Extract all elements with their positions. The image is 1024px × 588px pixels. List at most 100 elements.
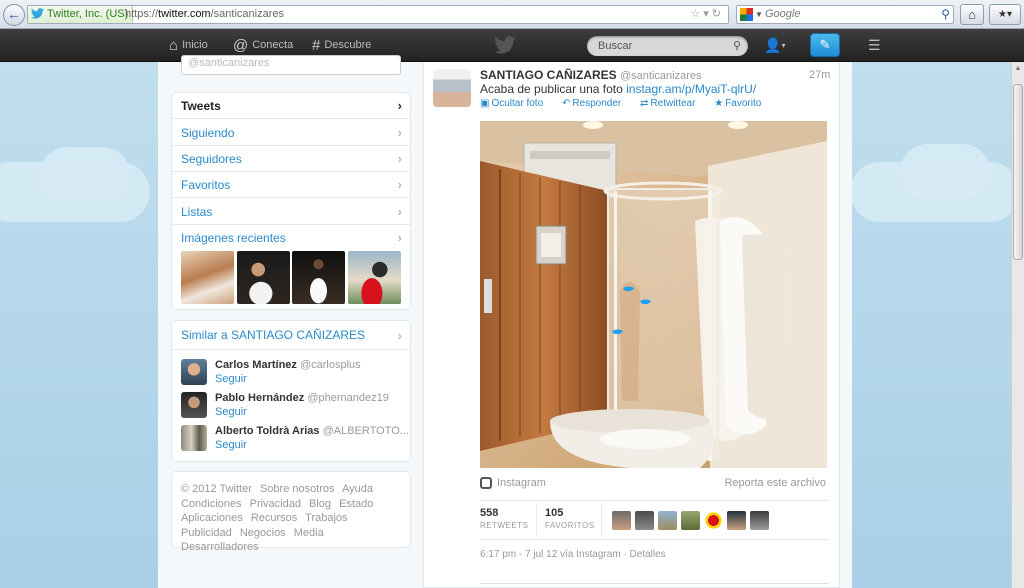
footer-link[interactable]: Aplicaciones bbox=[181, 512, 243, 524]
chevron-right-icon: › bbox=[397, 328, 402, 343]
report-media-link[interactable]: Reporta este archivo bbox=[725, 477, 827, 489]
footer-link[interactable]: Publicidad bbox=[181, 527, 232, 539]
bookmark-star-icon[interactable]: ☆ bbox=[690, 8, 703, 20]
home-icon[interactable]: ⌂ bbox=[960, 4, 984, 25]
footer-link[interactable]: Trabajos bbox=[305, 512, 347, 524]
follow-link[interactable]: Seguir bbox=[215, 373, 247, 385]
favorite-count-value: 105 bbox=[545, 507, 564, 519]
recent-image-thumbnail[interactable] bbox=[348, 251, 401, 304]
profile-nav-label: Listas bbox=[181, 205, 213, 219]
photo-source-name[interactable]: Instagram bbox=[497, 477, 546, 489]
user-menu-icon[interactable]: 👤▾ bbox=[764, 29, 785, 62]
avatar[interactable] bbox=[181, 392, 207, 418]
avatar[interactable] bbox=[704, 511, 723, 530]
hide-photo-action[interactable]: ▣ Ocultar foto bbox=[480, 98, 551, 109]
avatar[interactable] bbox=[681, 511, 700, 530]
recent-image-thumbnail[interactable] bbox=[237, 251, 290, 304]
avatar[interactable] bbox=[181, 359, 207, 385]
suggested-user-name[interactable]: Alberto Toldrà Arias bbox=[215, 425, 320, 437]
retweet-icon: ⇄ bbox=[640, 98, 649, 109]
recent-image-thumbnail[interactable] bbox=[292, 251, 345, 304]
footer-link[interactable]: Privacidad bbox=[250, 498, 301, 510]
reply-arrow-icon: ↶ bbox=[561, 98, 571, 109]
avatar[interactable] bbox=[433, 69, 471, 107]
follow-link[interactable]: Seguir bbox=[215, 439, 247, 451]
back-arrow-icon[interactable]: ← bbox=[3, 4, 25, 26]
footer-link[interactable]: Sobre nosotros bbox=[260, 483, 335, 495]
scroll-up-icon[interactable]: ▲ bbox=[1012, 62, 1024, 76]
google-logo-icon[interactable] bbox=[740, 8, 753, 21]
at-icon: @ bbox=[233, 37, 249, 54]
url-path: /santicanizares bbox=[210, 8, 284, 20]
retweet-action[interactable]: ⇄ Retwittear bbox=[640, 98, 703, 109]
site-identity-label: Twitter, Inc. (US) bbox=[47, 8, 129, 20]
site-identity-badge[interactable]: Twitter, Inc. (US) bbox=[28, 6, 134, 23]
reload-icon[interactable]: ↻ bbox=[712, 8, 724, 20]
twitter-logo-icon[interactable] bbox=[494, 36, 516, 54]
profile-nav-lists[interactable]: Listas › bbox=[172, 199, 410, 225]
tweet-timestamp[interactable]: 27m bbox=[809, 69, 830, 81]
divider bbox=[601, 503, 602, 537]
retweet-count[interactable]: 558 RETWEETS bbox=[480, 507, 528, 530]
url-text[interactable]: https://twitter.com/santicanizares bbox=[125, 6, 284, 23]
avatar[interactable] bbox=[750, 511, 769, 530]
twitter-search-input[interactable]: Buscar ⚲ bbox=[587, 36, 748, 56]
address-bar[interactable]: Twitter, Inc. (US) https://twitter.com/s… bbox=[27, 5, 729, 24]
page-scrollbar[interactable]: ▲ bbox=[1011, 62, 1024, 588]
search-engine-dropdown-icon[interactable]: ▼ bbox=[755, 6, 763, 23]
hash-icon: # bbox=[312, 37, 321, 54]
tweet-author-name[interactable]: SANTIAGO CAÑIZARES bbox=[480, 68, 617, 82]
suggested-user-name[interactable]: Pablo Hernández bbox=[215, 392, 304, 404]
footer-link[interactable]: Condiciones bbox=[181, 498, 242, 510]
cloud-decoration bbox=[900, 144, 990, 199]
follow-link[interactable]: Seguir bbox=[215, 406, 247, 418]
footer-link[interactable]: Estado bbox=[339, 498, 373, 510]
dropdown-arrow-icon[interactable]: ▾ bbox=[703, 8, 712, 20]
similar-users-header[interactable]: Similar a SANTIAGO CAÑIZARES › bbox=[172, 321, 410, 350]
profile-nav-label: Seguidores bbox=[181, 152, 242, 166]
footer-link[interactable]: Desarrolladores bbox=[181, 541, 259, 553]
browser-search-box[interactable]: ▼ Google ⚲ bbox=[736, 5, 954, 24]
footer-link[interactable]: Recursos bbox=[251, 512, 297, 524]
avatar[interactable] bbox=[658, 511, 677, 530]
avatar[interactable] bbox=[727, 511, 746, 530]
profile-nav-followers[interactable]: Seguidores › bbox=[172, 146, 410, 172]
tweet-meta-time[interactable]: 6:17 pm - 7 jul 12 vía Instagram bbox=[480, 549, 621, 560]
house-icon: ⌂ bbox=[169, 37, 179, 54]
tweet-photo[interactable] bbox=[480, 121, 827, 468]
profile-nav-label: Imágenes recientes bbox=[181, 231, 286, 245]
footer-link[interactable]: Media bbox=[294, 527, 324, 539]
bathroom-photo-illustration bbox=[480, 121, 827, 468]
favorite-count[interactable]: 105 FAVORITOS bbox=[545, 507, 595, 530]
compose-tweet-button[interactable]: ✎ bbox=[810, 33, 840, 57]
avatar[interactable] bbox=[181, 425, 207, 451]
avatar[interactable] bbox=[635, 511, 654, 530]
chevron-right-icon: › bbox=[397, 125, 402, 140]
profile-handle-field[interactable]: @santicanizares bbox=[181, 55, 401, 75]
suggested-user-name[interactable]: Carlos Martínez bbox=[215, 359, 297, 371]
reply-action[interactable]: ↶ Responder bbox=[562, 98, 629, 109]
bookmarks-menu-icon[interactable]: ★▾ bbox=[989, 4, 1021, 25]
avatar[interactable] bbox=[612, 511, 631, 530]
more-menu-icon[interactable]: ☰ bbox=[868, 29, 881, 62]
profile-nav-favorites[interactable]: Favoritos › bbox=[172, 172, 410, 198]
suggested-user: Alberto Toldrà Arias @ALBERTOTO... Segui… bbox=[181, 425, 409, 453]
recent-image-thumbnail[interactable] bbox=[181, 251, 234, 304]
suggested-user-handle: @ALBERTOTO... bbox=[322, 425, 409, 437]
footer-link[interactable]: Negocios bbox=[240, 527, 286, 539]
profile-nav-following[interactable]: Siguiendo › bbox=[172, 120, 410, 146]
reply-label: Responder bbox=[572, 98, 622, 109]
profile-nav-recent-images[interactable]: Imágenes recientes › bbox=[172, 225, 410, 251]
suggested-user-handle: @carlosplus bbox=[299, 359, 361, 371]
tweet-details-link[interactable]: Detalles bbox=[630, 549, 666, 560]
profile-nav-tweets[interactable]: Tweets › bbox=[172, 93, 410, 119]
url-bar-icons: ☆▾↻ bbox=[690, 6, 724, 23]
footer-link[interactable]: Blog bbox=[309, 498, 331, 510]
search-icon[interactable]: ⚲ bbox=[733, 36, 741, 56]
tweet-link[interactable]: instagr.am/p/MyaiT-qlrU/ bbox=[626, 82, 756, 96]
favorite-action[interactable]: ★ Favorito bbox=[714, 98, 769, 109]
scrollbar-thumb[interactable] bbox=[1013, 84, 1023, 260]
similar-users-title: Similar a SANTIAGO CAÑIZARES bbox=[181, 328, 366, 342]
footer-link[interactable]: Ayuda bbox=[342, 483, 373, 495]
magnifier-icon[interactable]: ⚲ bbox=[941, 6, 950, 23]
